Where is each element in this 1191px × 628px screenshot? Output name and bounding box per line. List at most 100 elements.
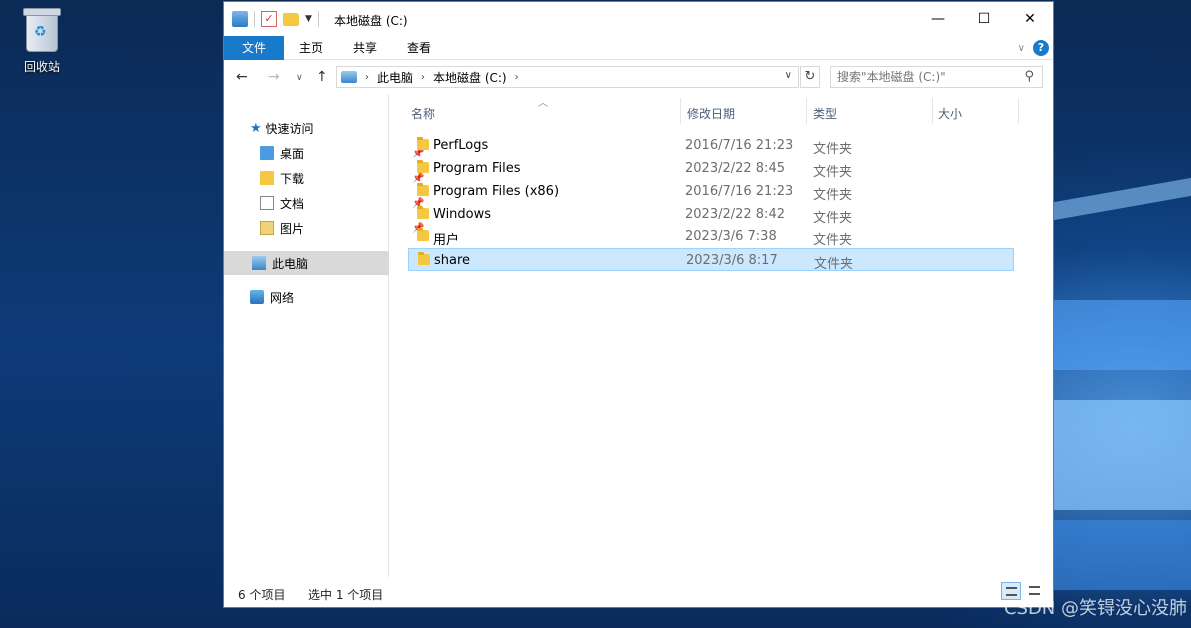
folder-icon [417,137,429,150]
nav-item-label: 文档 [280,196,305,211]
nav-item-desktop[interactable]: 桌面 📌 [260,141,424,165]
maximize-button[interactable]: ☐ [961,2,1007,36]
refresh-icon[interactable]: ↻ [800,66,820,88]
file-date: 2016/7/16 21:23 [685,184,794,199]
column-divider[interactable] [1018,98,1019,124]
file-date: 2016/7/16 21:23 [685,138,794,153]
customize-toolbar-chevron-icon[interactable]: ▼ [305,14,312,24]
breadcrumb-this-pc[interactable]: 此电脑 [377,69,413,86]
file-name: share [434,253,471,268]
minimize-button[interactable]: — [915,2,961,36]
ribbon-tabs: 文件 主页 共享 查看 ∨ ? [224,36,1053,60]
address-bar[interactable]: › 此电脑 › 本地磁盘 (C:) › ∨ [336,66,799,88]
tab-view[interactable]: 查看 [392,36,446,60]
document-icon [260,196,274,210]
column-divider[interactable] [680,98,681,124]
nav-this-pc[interactable]: 此电脑 [252,251,308,275]
nav-network[interactable]: 网络 [250,285,294,309]
nav-this-pc-label: 此电脑 [272,256,309,271]
file-date: 2023/2/22 8:45 [685,161,785,176]
column-type[interactable]: 类型 [813,105,837,122]
folder-icon [417,228,429,241]
table-row[interactable]: Program Files 2023/2/22 8:45 文件夹 [408,157,1014,180]
sort-ascending-icon: ︿ [538,98,548,109]
file-type: 文件夹 [813,211,853,226]
address-dropdown-chevron-icon[interactable]: ∨ [785,70,792,81]
nav-item-pictures[interactable]: 图片 📌 [260,216,424,240]
tab-file[interactable]: 文件 [224,36,284,60]
wallpaper-beam [1054,300,1191,370]
table-row[interactable]: 用户 2023/3/6 7:38 文件夹 [408,225,1014,248]
table-row[interactable]: PerfLogs 2016/7/16 21:23 文件夹 [408,134,1014,157]
expand-ribbon-chevron-icon[interactable]: ∨ [1018,43,1025,54]
back-arrow-icon[interactable]: ← [236,69,248,85]
status-bar: 6 个项目 选中 1 个项目 [224,577,1053,607]
navigation-bar: ← → ∨ ↑ › 此电脑 › 本地磁盘 (C:) › ∨ ↻ ⚲ [224,60,1053,94]
folder-icon [418,252,430,265]
breadcrumb-separator-icon[interactable]: › [421,72,425,83]
properties-icon[interactable]: ✓ [261,11,277,27]
file-name: Windows [433,207,492,222]
nav-item-label: 下载 [280,171,305,186]
selected-count: 选中 1 个项目 [308,588,384,602]
wallpaper-beam [1054,177,1191,221]
recent-locations-chevron-icon[interactable]: ∨ [296,73,303,83]
tab-share[interactable]: 共享 [338,36,392,60]
file-type: 文件夹 [813,142,853,157]
help-icon[interactable]: ? [1033,40,1049,56]
item-count: 6 个项目 [238,588,286,602]
tab-home[interactable]: 主页 [284,36,338,60]
file-name: Program Files [433,161,521,176]
breadcrumb-separator-icon[interactable]: › [515,72,519,83]
computer-icon [252,256,266,270]
search-icon[interactable]: ⚲ [1024,69,1034,84]
explorer-window: ✓ ▼ 本地磁盘 (C:) — ☐ ✕ 文件 主页 共享 查看 ∨ ? ← → … [223,1,1054,608]
breadcrumb-c-drive[interactable]: 本地磁盘 (C:) [433,69,507,86]
column-divider[interactable] [932,98,933,124]
recycle-bin-shortcut[interactable]: ♻ 回收站 [12,8,72,75]
nav-item-downloads[interactable]: 下载 📌 [260,166,424,190]
table-row[interactable]: Windows 2023/2/22 8:42 文件夹 [408,203,1014,226]
file-date: 2023/2/22 8:42 [685,207,785,222]
search-input[interactable] [837,70,1017,84]
recycle-bin-icon: ♻ [23,8,61,52]
recycle-bin-label: 回收站 [23,60,60,74]
folder-icon [417,160,429,173]
wallpaper-beam [1054,520,1191,590]
nav-item-label: 图片 [280,221,305,236]
file-date: 2023/3/6 7:38 [685,229,777,244]
quick-access-toolbar: ✓ ▼ [232,11,319,27]
file-list: ︿ 名称 修改日期 类型 大小 PerfLogs 2016/7/16 21:23… [390,94,1053,577]
folder-icon [417,206,429,219]
forward-arrow-icon[interactable]: → [268,69,280,85]
close-button[interactable]: ✕ [1007,2,1053,36]
column-divider[interactable] [806,98,807,124]
file-name: 用户 [433,233,460,248]
column-name[interactable]: 名称 [411,105,435,122]
file-type: 文件夹 [814,257,854,272]
table-row[interactable]: Program Files (x86) 2016/7/16 21:23 文件夹 [408,180,1014,203]
new-folder-icon[interactable] [283,12,299,26]
file-name: PerfLogs [433,138,489,153]
window-title: 本地磁盘 (C:) [334,14,408,28]
search-box[interactable]: ⚲ [830,66,1043,88]
file-type: 文件夹 [813,188,853,203]
file-type: 文件夹 [813,233,853,248]
column-size[interactable]: 大小 [938,105,962,122]
title-bar: ✓ ▼ 本地磁盘 (C:) — ☐ ✕ [224,2,1053,36]
toolbar-divider [254,11,255,27]
network-icon [250,290,264,304]
picture-icon [260,221,274,235]
nav-item-documents[interactable]: 文档 📌 [260,191,424,215]
desktop-icon [260,146,274,160]
breadcrumb-separator-icon[interactable]: › [365,72,369,83]
table-row-selected[interactable]: share 2023/3/6 8:17 文件夹 [408,248,1014,272]
watermark: CSDN @笑锝没心没肺 [1003,598,1187,619]
column-date-modified[interactable]: 修改日期 [687,105,735,122]
nav-quick-access[interactable]: ★ 快速访问 [250,116,314,140]
computer-icon [341,71,357,83]
download-icon [260,171,274,185]
nav-item-label: 桌面 [280,146,305,161]
navigation-pane: ★ 快速访问 桌面 📌 下载 📌 文档 📌 图片 📌 此电脑 [224,94,424,577]
up-arrow-icon[interactable]: ↑ [316,69,328,85]
